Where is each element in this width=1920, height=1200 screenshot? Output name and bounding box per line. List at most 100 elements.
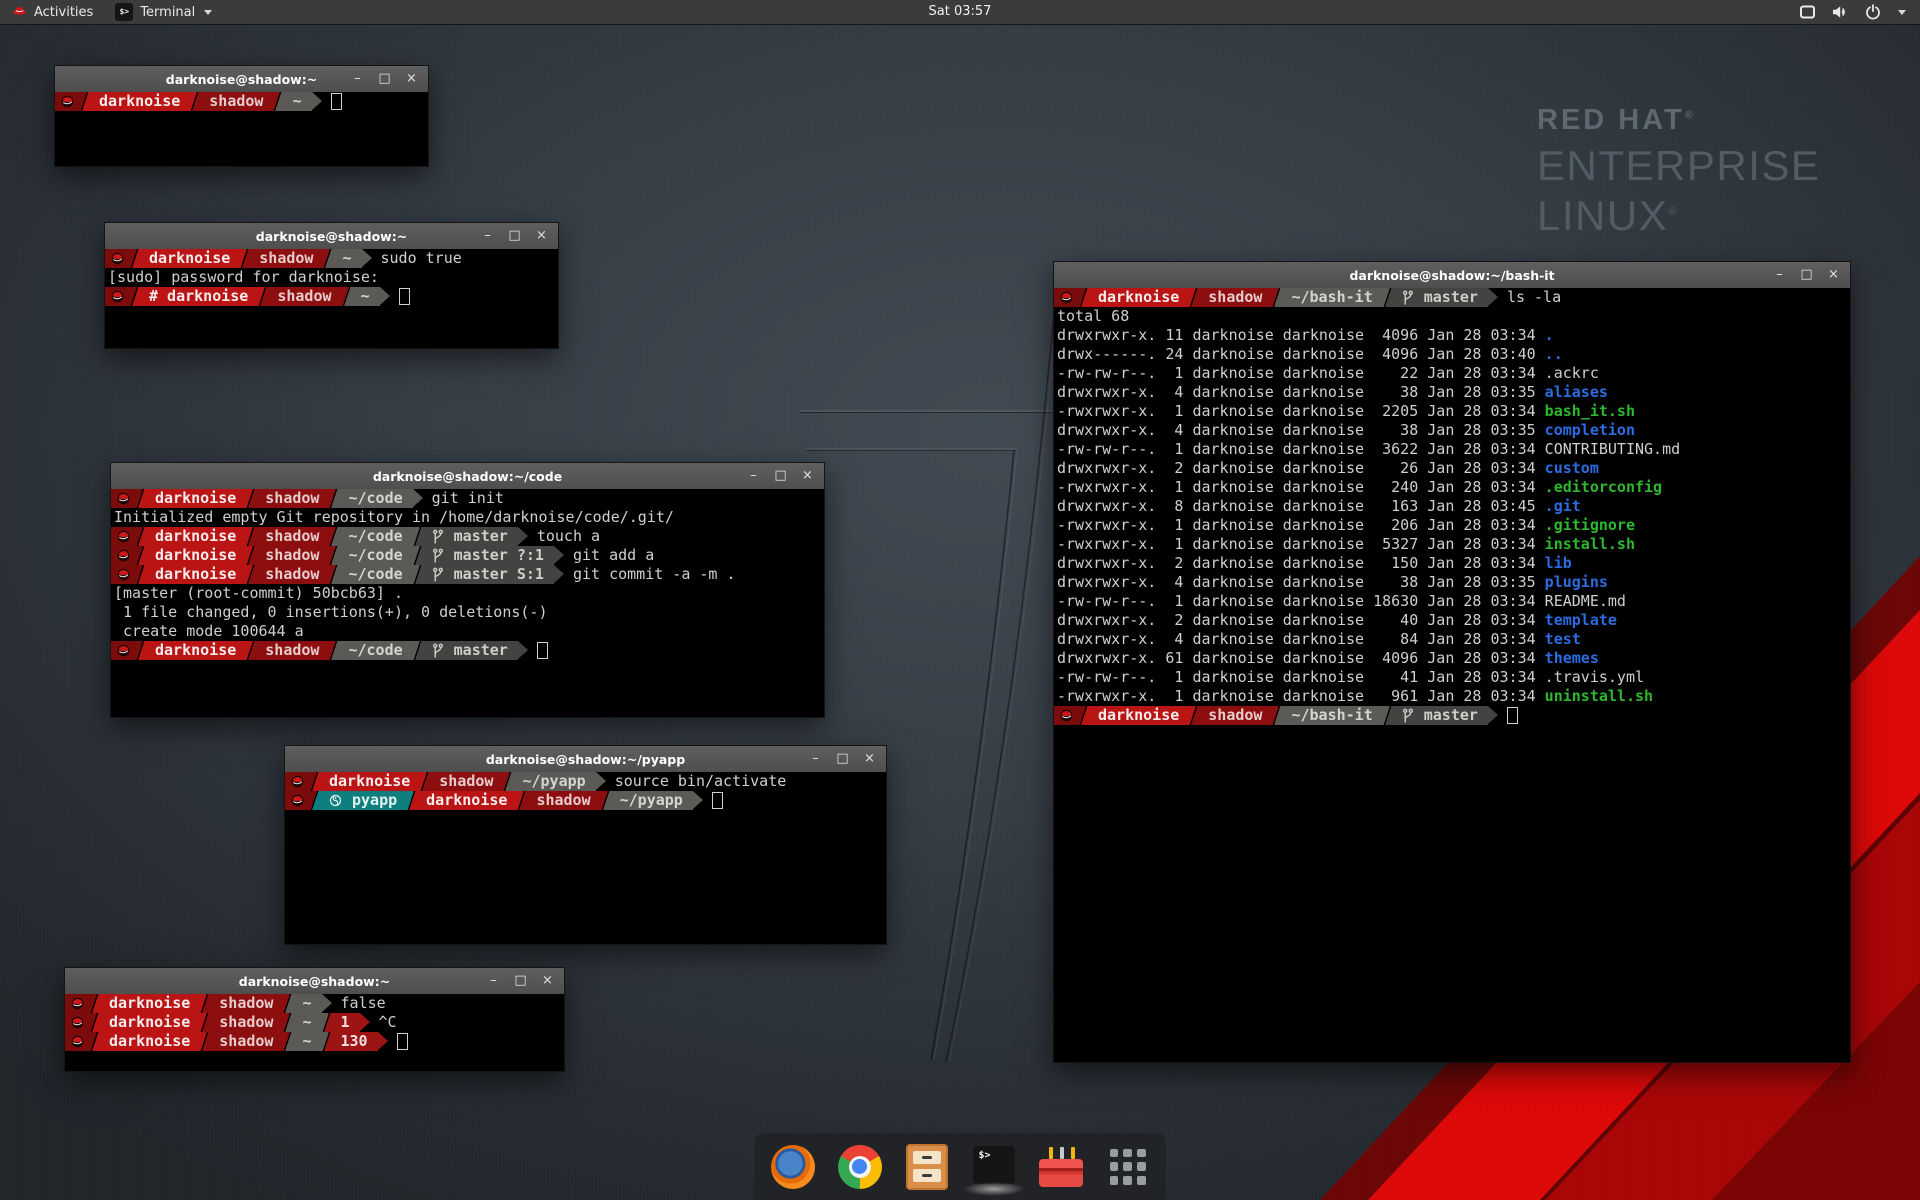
terminal-content[interactable]: darknoiseshadow~/bash-itmasterls -latota…	[1054, 288, 1850, 1062]
powerline-separator	[200, 1013, 209, 1032]
segment-label: master	[454, 527, 508, 546]
terminal-icon: $>	[973, 1146, 1015, 1184]
window-titlebar[interactable]: darknoise@shadow:~–□×	[65, 968, 564, 995]
terminal-prompt-line: darknoiseshadow~/bash-itmasterls -la	[1054, 288, 1850, 307]
caret-down-icon	[204, 10, 212, 15]
powerline-separator	[329, 546, 338, 565]
output-text: 1 file changed, 0 insertions(+), 0 delet…	[114, 603, 547, 621]
redhat-logo-icon	[12, 4, 27, 21]
window-titlebar[interactable]: darknoise@shadow:~/bash-it–□×	[1054, 262, 1850, 289]
terminal-output-line: create mode 100644 a	[111, 622, 824, 641]
output-text: -rwxrwxr-x. 1 darknoise darknoise 5327 J…	[1057, 535, 1545, 553]
powerline-separator	[420, 772, 429, 791]
filename-green: bash_it.sh	[1545, 402, 1635, 420]
prompt-segment-root	[111, 641, 136, 660]
terminal-app-icon: $>	[115, 3, 133, 21]
system-status-area[interactable]	[1799, 4, 1920, 20]
powerline-separator	[517, 791, 526, 810]
maximize-button[interactable]: □	[774, 464, 787, 488]
segment-label: master	[454, 641, 508, 660]
minimize-button[interactable]: –	[1773, 263, 1786, 287]
prompt-segment-user: darknoise	[1088, 288, 1189, 307]
window-titlebar[interactable]: darknoise@shadow:~–□×	[105, 223, 558, 250]
close-button[interactable]: ×	[541, 969, 554, 993]
dock-item-app-grid[interactable]	[1106, 1144, 1150, 1190]
command-text: ls -la	[1498, 288, 1561, 307]
terminal-content[interactable]: darknoiseshadow~sudo true[sudo] password…	[105, 249, 558, 348]
volume-icon	[1831, 4, 1850, 20]
dock-item-chrome[interactable]	[838, 1144, 882, 1190]
powerline-separator	[1189, 288, 1198, 307]
output-text: drwx------. 24 darknoise darknoise 4096 …	[1057, 345, 1545, 363]
minimize-button[interactable]: –	[809, 747, 822, 771]
segment-label: darknoise	[155, 546, 236, 565]
dock-item-firefox[interactable]	[771, 1144, 815, 1190]
terminal-window-w3[interactable]: darknoise@shadow:~/code–□×darknoiseshado…	[110, 462, 825, 718]
close-button[interactable]: ×	[801, 464, 814, 488]
maximize-button[interactable]: □	[508, 224, 521, 248]
dock-item-terminal[interactable]: $>	[972, 1144, 1016, 1190]
close-button[interactable]: ×	[405, 67, 418, 91]
output-text: drwxrwxr-x. 4 darknoise darknoise 38 Jan…	[1057, 573, 1545, 591]
terminal-window-w2[interactable]: darknoise@shadow:~–□×darknoiseshadow~sud…	[104, 222, 559, 349]
terminal-content[interactable]: darknoiseshadow~/pyappsource bin/activat…	[285, 772, 886, 944]
python-venv-icon	[329, 794, 347, 807]
minimize-button[interactable]: –	[487, 969, 500, 993]
terminal-prompt-line: darknoiseshadow~130	[65, 1032, 564, 1051]
powerline-separator	[258, 287, 267, 306]
maximize-button[interactable]: □	[836, 747, 849, 771]
terminal-prompt-line: darknoiseshadow~sudo true	[105, 249, 558, 268]
terminal-window-w1[interactable]: darknoise@shadow:~–□×darknoiseshadow~	[54, 65, 429, 167]
minimize-button[interactable]: –	[747, 464, 760, 488]
window-titlebar[interactable]: darknoise@shadow:~/pyapp–□×	[285, 746, 886, 773]
app-menu-terminal[interactable]: $> Terminal	[105, 0, 222, 24]
output-text: -rwxrwxr-x. 1 darknoise darknoise 961 Ja…	[1057, 687, 1545, 705]
output-text: total 68	[1057, 307, 1129, 325]
powerline-arrow	[693, 791, 703, 809]
segment-label: ~	[361, 287, 370, 306]
dock-item-toolbox[interactable]	[1039, 1144, 1083, 1190]
close-button[interactable]: ×	[1827, 263, 1840, 287]
minimize-button[interactable]: –	[481, 224, 494, 248]
powerline-separator	[246, 546, 255, 565]
clock[interactable]: Sat 03:57	[929, 0, 992, 24]
terminal-prompt-line: darknoiseshadow~/pyappsource bin/activat…	[285, 772, 886, 791]
terminal-window-w6[interactable]: darknoise@shadow:~/bash-it–□×darknoisesh…	[1053, 261, 1851, 1063]
terminal-content[interactable]: darknoiseshadow~	[55, 92, 428, 166]
maximize-button[interactable]: □	[378, 67, 391, 91]
prompt-segment-git: master	[422, 527, 518, 546]
filename-blue: aliases	[1545, 383, 1608, 401]
git-branch-icon	[432, 529, 449, 544]
prompt-segment-path: ~/code	[338, 546, 412, 565]
redhat-icon	[1060, 709, 1073, 722]
terminal-window-w5[interactable]: darknoise@shadow:~–□×darknoiseshadow~fal…	[64, 967, 565, 1072]
powerline-separator	[342, 287, 351, 306]
maximize-button[interactable]: □	[1800, 263, 1813, 287]
powerline-separator	[413, 527, 422, 546]
terminal-output-line: [sudo] password for darknoise:	[105, 268, 558, 287]
prompt-segment-user: darknoise	[145, 641, 246, 660]
segment-label: ~/pyapp	[620, 791, 683, 810]
command-text: git init	[423, 489, 504, 508]
segment-label: master S:1	[454, 565, 544, 584]
command-text: git commit -a -m .	[564, 565, 736, 584]
redhat-icon	[117, 492, 130, 505]
activities-button[interactable]: Activities	[0, 0, 105, 24]
app-menu-label: Terminal	[140, 5, 195, 20]
close-button[interactable]: ×	[863, 747, 876, 771]
window-titlebar[interactable]: darknoise@shadow:~–□×	[55, 66, 428, 93]
terminal-content[interactable]: darknoiseshadow~falsedarknoiseshadow~1^C…	[65, 994, 564, 1071]
segment-label: shadow	[219, 1032, 273, 1051]
window-titlebar[interactable]: darknoise@shadow:~/code–□×	[111, 463, 824, 490]
terminal-window-w4[interactable]: darknoise@shadow:~/pyapp–□×darknoiseshad…	[284, 745, 887, 945]
minimize-button[interactable]: –	[351, 67, 364, 91]
chrome-icon	[838, 1145, 882, 1189]
terminal-cursor	[399, 288, 410, 305]
terminal-content[interactable]: darknoiseshadow~/codegit initInitialized…	[111, 489, 824, 717]
segment-label: shadow	[1208, 706, 1262, 725]
powerline-separator	[283, 994, 292, 1013]
dock-item-files[interactable]	[905, 1144, 949, 1190]
close-button[interactable]: ×	[535, 224, 548, 248]
git-branch-icon	[432, 643, 449, 658]
maximize-button[interactable]: □	[514, 969, 527, 993]
